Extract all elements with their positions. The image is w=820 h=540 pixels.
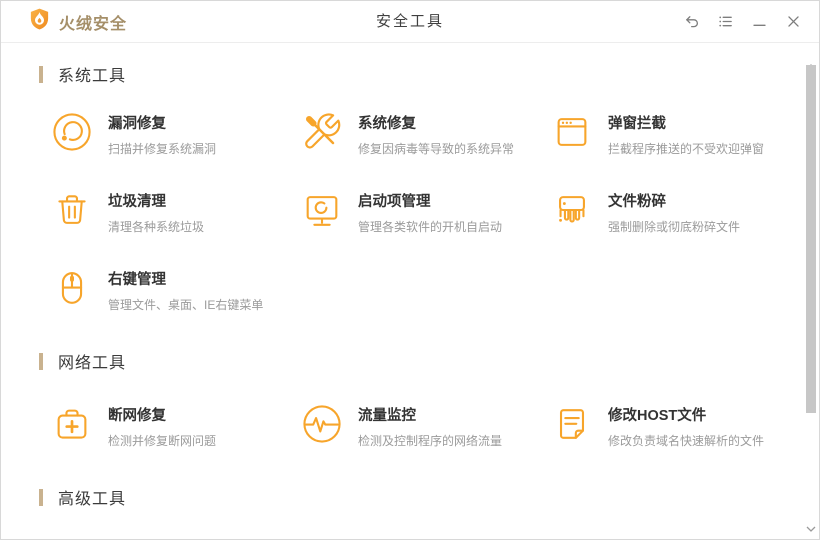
tool-popup-blocker[interactable]: 弹窗拦截 拦截程序推送的不受欢迎弹窗 — [551, 111, 801, 157]
file-shredder-icon — [551, 189, 593, 231]
tool-desc: 修改负责域名快速解析的文件 — [608, 434, 765, 448]
tool-title: 漏洞修复 — [108, 116, 166, 132]
tool-desc: 扫描并修复系统漏洞 — [108, 142, 217, 156]
tool-desc: 拦截程序推送的不受欢迎弹窗 — [608, 142, 765, 156]
close-icon — [785, 13, 802, 30]
chevron-up-icon[interactable] — [806, 57, 816, 70]
scrollbar-thumb[interactable] — [806, 65, 816, 413]
tools-content: 系统工具 漏洞修复 扫描并修复系统漏洞 系统修复 修复因病毒等导致的系统异常 弹… — [1, 62, 819, 539]
tool-vulnerability-fix[interactable]: 漏洞修复 扫描并修复系统漏洞 — [51, 111, 301, 157]
app-name: 火绒安全 — [59, 15, 128, 33]
titlebar: 火绒安全 安全工具 — [1, 1, 819, 43]
tool-network-repair[interactable]: 断网修复 检测并修复断网问题 — [51, 403, 301, 449]
list-menu-icon — [717, 13, 734, 30]
system-tools-grid: 漏洞修复 扫描并修复系统漏洞 系统修复 修复因病毒等导致的系统异常 弹窗拦截 拦… — [51, 111, 819, 313]
system-repair-icon — [301, 111, 343, 153]
section-label: 系统工具 — [58, 68, 127, 85]
app-brand: 火绒安全 — [28, 7, 127, 36]
tool-traffic-monitor[interactable]: 流量监控 检测及控制程序的网络流量 — [301, 403, 551, 449]
tool-title: 修改HOST文件 — [608, 408, 707, 424]
section-accent-bar — [39, 488, 43, 506]
section-accent-bar — [39, 352, 43, 370]
tool-file-shredder[interactable]: 文件粉碎 强制删除或彻底粉碎文件 — [551, 189, 801, 235]
popup-blocker-icon — [551, 111, 593, 153]
huorong-logo-icon — [28, 7, 51, 36]
section-label: 高级工具 — [58, 491, 127, 508]
undo-back-icon — [683, 13, 700, 30]
undo-back-button[interactable] — [681, 12, 701, 32]
close-button[interactable] — [783, 12, 803, 32]
tool-desc: 修复因病毒等导致的系统异常 — [358, 142, 515, 156]
tool-host-file-editor[interactable]: 修改HOST文件 修改负责域名快速解析的文件 — [551, 403, 801, 449]
tool-system-repair[interactable]: 系统修复 修复因病毒等导致的系统异常 — [301, 111, 551, 157]
tool-desc: 管理各类软件的开机自启动 — [358, 220, 503, 234]
startup-manager-icon — [301, 189, 343, 231]
host-file-icon — [551, 403, 593, 445]
section-header-network-tools: 网络工具 — [39, 349, 819, 373]
tool-title: 垃圾清理 — [108, 194, 166, 210]
traffic-monitor-icon — [301, 403, 343, 445]
list-menu-button[interactable] — [715, 12, 735, 32]
tool-desc: 管理文件、桌面、IE右键菜单 — [108, 298, 264, 312]
tool-title: 右键管理 — [108, 272, 166, 288]
scrollbar — [804, 44, 819, 539]
tool-title: 弹窗拦截 — [608, 116, 666, 132]
network-repair-icon — [51, 403, 93, 445]
window-controls — [681, 12, 803, 32]
section-header-advanced-tools: 高级工具 — [39, 485, 819, 509]
chevron-down-icon[interactable] — [806, 519, 816, 532]
section-accent-bar — [39, 65, 43, 83]
tool-title: 断网修复 — [108, 408, 166, 424]
tool-context-menu-manager[interactable]: 右键管理 管理文件、桌面、IE右键菜单 — [51, 267, 301, 313]
tool-junk-clean[interactable]: 垃圾清理 清理各种系统垃圾 — [51, 189, 301, 235]
section-label: 网络工具 — [58, 355, 127, 372]
tool-desc: 清理各种系统垃圾 — [108, 220, 205, 234]
vulnerability-fix-icon — [51, 111, 93, 153]
context-menu-icon — [51, 267, 93, 309]
section-header-system-tools: 系统工具 — [39, 62, 819, 86]
network-tools-grid: 断网修复 检测并修复断网问题 流量监控 检测及控制程序的网络流量 修改HOST文… — [51, 403, 819, 449]
huorong-security-tools-window: 火绒安全 安全工具 系统工具 漏洞修复 扫描并修复系统漏洞 系统修复 修复因病毒… — [0, 0, 820, 540]
tool-desc: 检测并修复断网问题 — [108, 434, 217, 448]
minimize-icon — [751, 13, 768, 30]
tool-startup-manager[interactable]: 启动项管理 管理各类软件的开机自启动 — [301, 189, 551, 235]
junk-clean-icon — [51, 189, 93, 231]
tool-desc: 强制删除或彻底粉碎文件 — [608, 220, 741, 234]
tool-title: 系统修复 — [358, 116, 416, 132]
tool-title: 流量监控 — [358, 408, 416, 424]
tool-desc: 检测及控制程序的网络流量 — [358, 434, 503, 448]
minimize-button[interactable] — [749, 12, 769, 32]
tool-title: 文件粉碎 — [608, 194, 666, 210]
tool-title: 启动项管理 — [358, 194, 431, 210]
